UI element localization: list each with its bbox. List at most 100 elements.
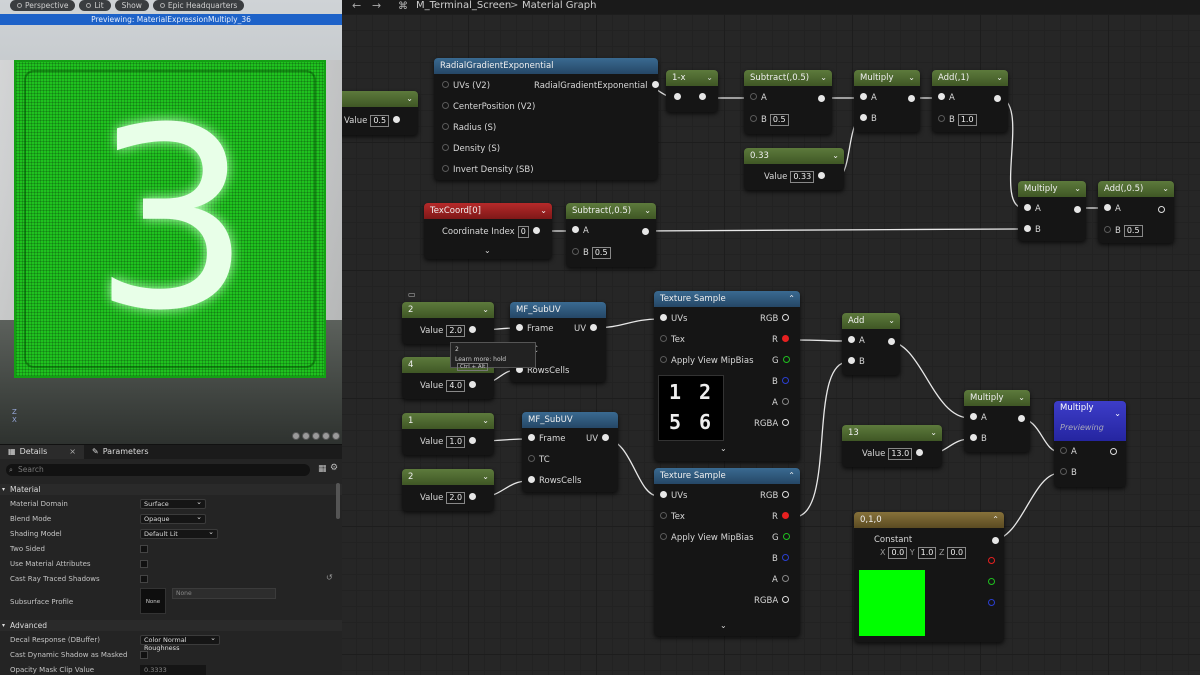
pin-rowscells[interactable]: RowsCells [528,475,581,487]
output-pin-icon[interactable] [818,172,826,179]
node-texcoord[interactable]: TexCoord[0] ⌄ Coordinate Index 0 ⌄ [424,203,552,259]
material-domain-dropdown[interactable]: Surface [140,498,206,509]
pin-a[interactable]: A [772,397,789,409]
subsurface-profile-thumbnail[interactable]: None [140,588,166,614]
pin-uvs[interactable]: UVs (V2) [442,80,490,92]
pin-uvs[interactable]: UVs [660,313,687,325]
node-constant-1[interactable]: 1 ⌄ Value 1.0 [402,413,494,455]
output-pin-icon[interactable] [1074,206,1081,213]
node-multiply-3[interactable]: Multiply ⌄ A B [964,390,1030,452]
use-material-attributes-checkbox[interactable] [140,560,148,568]
node-add-0-5[interactable]: Add(,0.5) ⌄ A B 0.5 [1098,181,1174,243]
show-button[interactable]: Show [114,0,149,11]
output-pin-icon[interactable] [1110,448,1117,455]
pin-rgb[interactable]: RGB [760,490,790,502]
node-texture-sample-2[interactable]: Texture Sample ⌃ UVs Tex Apply View MipBi… [654,468,800,636]
pin-radius[interactable]: Radius (S) [442,122,496,134]
pin-rgb[interactable]: RGB [760,313,790,325]
pin-a[interactable]: A [1024,203,1041,215]
plane-icon[interactable] [312,432,320,440]
pin-a[interactable]: A [772,574,789,586]
pin-b[interactable]: B [970,433,987,445]
opacity-mask-clip-input[interactable]: 0.3333 [140,665,206,675]
output-pin-icon[interactable] [1018,415,1025,422]
pin-a[interactable]: A [750,92,767,104]
tab-parameters[interactable]: ✎ Parameters [84,445,157,459]
collapse-chevron-icon[interactable]: ⌄ [720,443,727,455]
pin-b[interactable]: B 0.5 [750,114,789,126]
node-constant-2-b[interactable]: 2 ⌄ Value 2.0 [402,469,494,511]
pin-center-position[interactable]: CenterPosition (V2) [442,101,535,113]
output-pin-icon[interactable] [469,326,477,333]
sphere-icon[interactable] [302,432,310,440]
pin-b[interactable]: B [1024,224,1041,236]
pin-a[interactable]: A [860,92,877,104]
cylinder-icon[interactable] [292,432,300,440]
pin-rgba[interactable]: RGBA [754,418,790,430]
pin-g[interactable]: G [772,355,790,367]
pin-b[interactable]: B [848,356,865,368]
pin-b[interactable]: B 0.5 [1104,225,1143,237]
output-pin-icon[interactable] [642,228,649,235]
node-radial-gradient-exponential[interactable]: RadialGradientExponential UVs (V2) Cente… [434,58,659,180]
lit-button[interactable]: Lit [79,0,111,11]
output-pin-icon[interactable] [469,381,477,388]
pin-a[interactable]: A [848,335,865,347]
node-texture-sample-1[interactable]: Texture Sample ⌃ UVs Tex Apply View MipBi… [654,291,800,461]
pin-b[interactable]: B [1060,467,1077,479]
comment-bubble-icon[interactable]: ▭ [408,290,416,299]
pin-uv-output[interactable]: UV [586,433,610,445]
output-pin-icon[interactable] [994,95,1001,102]
output-pin-icon[interactable] [469,493,477,500]
perspective-button[interactable]: Perspective [10,0,76,11]
pin-a[interactable]: A [572,225,589,237]
pin-radial-output[interactable]: RadialGradientExponential [534,80,659,92]
category-advanced[interactable]: ▾ Advanced [0,620,342,631]
node-constant-13[interactable]: 13 ⌄ Value 13.0 [842,425,942,467]
pin-b[interactable]: B 0.5 [572,247,611,259]
decal-response-dropdown[interactable]: Color Normal Roughness [140,634,220,652]
node-constant-0-33[interactable]: 0.33 ⌄ Value 0.33 [744,148,844,190]
gear-icon[interactable]: ⚙ [330,463,338,473]
pin-input[interactable] [674,92,706,104]
output-pin-icon[interactable] [393,116,401,123]
z-value-box[interactable]: 0.0 [947,547,967,559]
pin-apply-view-mipbias[interactable]: Apply View MipBias [660,355,754,367]
details-search-input[interactable]: ⌕ Search [6,464,310,476]
node-subtract-0-5-b[interactable]: Subtract(,0.5) ⌄ A B 0.5 [566,203,656,267]
pin-a[interactable]: A [1104,203,1121,215]
node-constant-0-5[interactable]: ⌄ Value 0.5 [342,91,418,135]
pin-b[interactable]: B [772,376,789,388]
close-icon[interactable]: × [69,445,76,459]
pin-r[interactable]: R [772,334,789,346]
pin-tex[interactable]: Tex [660,511,685,523]
value-box[interactable]: 0.5 [370,115,390,127]
two-sided-checkbox[interactable] [140,545,148,553]
pin-r[interactable]: R [772,511,789,523]
node-constant-vector[interactable]: 0,1,0 ⌃ Constant X 0.0 Y 1.0 Z 0.0 [854,512,1004,642]
node-multiply-1[interactable]: Multiply ⌄ A B [854,70,920,132]
output-pin-icon[interactable] [469,437,477,444]
node-add[interactable]: Add ⌄ A B [842,313,900,375]
output-pin-icon[interactable] [888,338,895,345]
pin-tc[interactable]: TC [528,454,550,466]
y-value-box[interactable]: 1.0 [917,547,937,559]
expand-chevron-icon[interactable]: ⌄ [484,245,491,257]
pin-a[interactable]: A [1060,446,1077,458]
subsurface-profile-dropdown[interactable]: None [172,588,276,599]
output-pin-icon[interactable] [532,227,540,234]
blend-mode-dropdown[interactable]: Opaque [140,513,206,524]
pin-frame[interactable]: Frame [528,433,565,445]
shading-model-dropdown[interactable]: Default Lit [140,528,218,539]
pin-uv-output[interactable]: UV [574,323,598,335]
pin-a[interactable]: A [970,412,987,424]
pin-b[interactable]: B [860,113,877,125]
node-one-minus[interactable]: 1-x ⌄ [666,70,718,112]
details-scrollbar[interactable] [336,483,340,519]
node-subtract-0-5[interactable]: Subtract(,0.5) ⌄ A B 0.5 [744,70,832,134]
pin-tex[interactable]: Tex [660,334,685,346]
pin-g[interactable]: G [772,532,790,544]
cube-icon[interactable] [322,432,330,440]
node-multiply-previewing[interactable]: Multiply Previewing ⌄ A B [1054,401,1126,487]
pin-invert-density[interactable]: Invert Density (SB) [442,164,534,176]
